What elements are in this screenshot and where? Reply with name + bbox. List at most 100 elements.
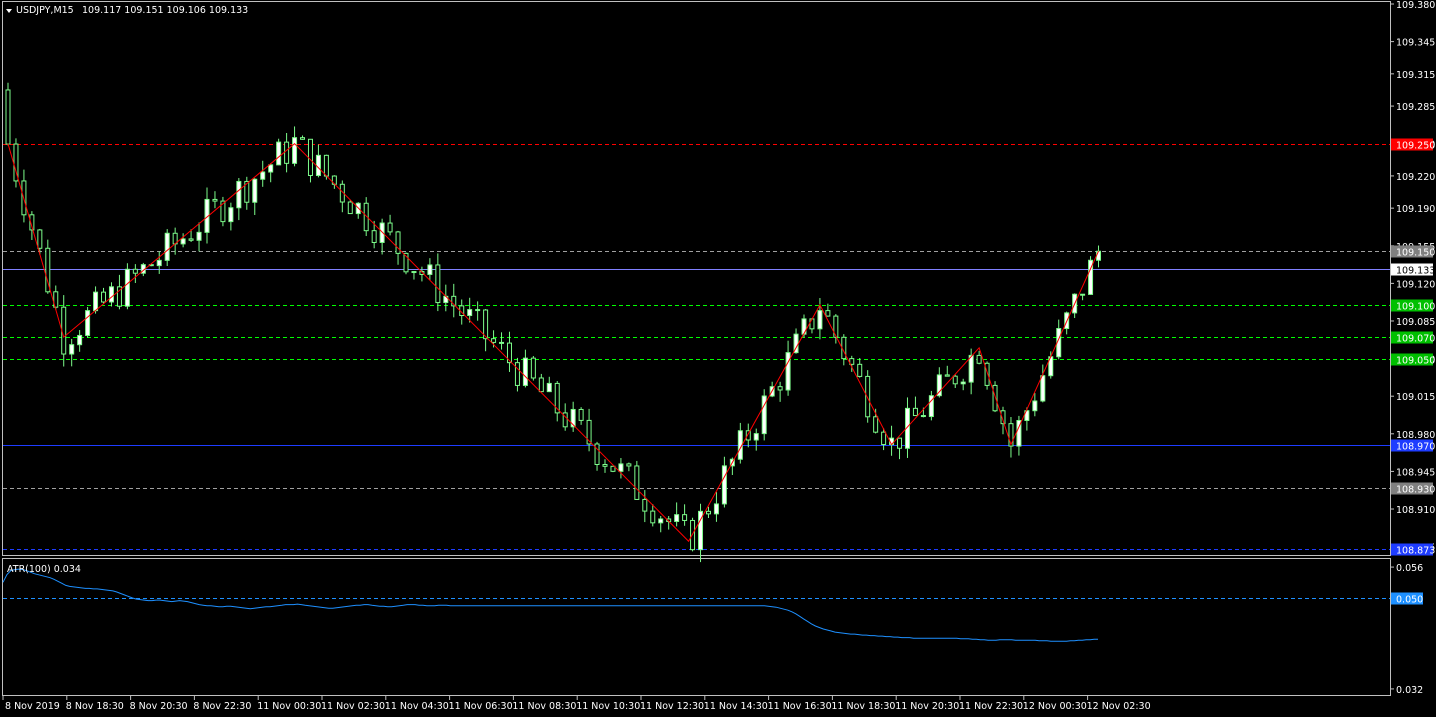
price-tick-label: 109.380 [1396, 0, 1435, 11]
candle-body [188, 238, 194, 241]
price-level-label: 109.250 [1396, 141, 1435, 152]
candle-body [976, 354, 982, 364]
candle[interactable] [928, 390, 934, 421]
candle-body [578, 408, 584, 421]
candle-body [777, 386, 783, 391]
time-tick-label: 11 Nov 02:30 [321, 701, 385, 712]
candle-body [1096, 250, 1102, 261]
candle[interactable] [761, 389, 767, 441]
candle-body [658, 518, 664, 524]
candle-body [37, 229, 43, 249]
candle-body [602, 463, 608, 467]
candle-body [944, 374, 950, 377]
time-tick-label: 11 Nov 06:30 [449, 701, 513, 712]
time-tick-label: 11 Nov 00:30 [257, 701, 321, 712]
time-tick-label: 11 Nov 12:30 [640, 701, 704, 712]
candle-body [897, 437, 903, 449]
price-tick-label: 109.285 [1396, 102, 1435, 113]
candle-body [132, 268, 138, 274]
candle-body [920, 415, 926, 418]
price-level-label: 109.050 [1396, 356, 1435, 367]
candle[interactable] [1088, 256, 1094, 295]
candle[interactable] [5, 82, 11, 146]
candle-body [952, 375, 958, 385]
price-level-label: 108.930 [1396, 485, 1435, 496]
candle-body [618, 463, 624, 472]
atr-tick-label: 0.056 [1396, 563, 1423, 574]
candle-body [753, 433, 759, 441]
candle-body [427, 264, 433, 275]
price-level-label: 108.970 [1396, 442, 1435, 453]
time-tick-label: 8 Nov 18:30 [66, 701, 124, 712]
candle[interactable] [220, 196, 226, 227]
candle-body [307, 138, 313, 176]
candle[interactable] [124, 263, 130, 310]
time-tick-label: 12 Nov 00:30 [1023, 701, 1087, 712]
price-level-label: 108.873 [1396, 546, 1435, 557]
time-tick-label: 11 Nov 20:30 [895, 701, 959, 712]
candle[interactable] [865, 370, 871, 423]
candle-body [236, 180, 242, 209]
candle-body [857, 363, 863, 377]
candle-body [180, 238, 186, 245]
time-tick-label: 8 Nov 20:30 [130, 701, 188, 712]
candle-body [785, 352, 791, 391]
price-level-label: 109.070 [1396, 334, 1435, 345]
candle-body [475, 309, 481, 312]
candle-body [212, 198, 218, 202]
candle[interactable] [13, 138, 19, 188]
candle-body [435, 264, 441, 304]
time-tick-label: 11 Nov 04:30 [385, 701, 449, 712]
candle-body [713, 503, 719, 515]
candle-body [323, 154, 329, 177]
candle[interactable] [530, 355, 536, 381]
candle-body [411, 271, 417, 274]
candle-body [284, 141, 290, 164]
price-tick-label: 108.945 [1396, 467, 1435, 478]
price-tick-label: 109.015 [1396, 392, 1435, 403]
candle-body [514, 362, 520, 386]
candle[interactable] [164, 229, 170, 267]
price-tick-label: 109.120 [1396, 279, 1435, 290]
time-tick-label: 11 Nov 08:30 [512, 701, 576, 712]
candle[interactable] [276, 138, 282, 166]
candle-body [705, 510, 711, 515]
candle-body [968, 354, 974, 383]
candle-body [960, 381, 966, 385]
candle-body [164, 232, 170, 261]
candle-body [881, 431, 887, 446]
candle-body [1040, 375, 1046, 402]
time-tick-label: 11 Nov 18:30 [831, 701, 895, 712]
price-level-label: 109.133 [1396, 266, 1435, 277]
candle-body [77, 334, 83, 346]
candle-body [252, 178, 258, 203]
trading-chart[interactable]: 109.380 109.345 109.315 109.285 109.250 109.2… [0, 0, 1436, 717]
price-tick-label: 108.910 [1396, 505, 1435, 516]
candle[interactable] [634, 460, 640, 500]
price-tick-label: 109.085 [1396, 317, 1435, 328]
time-tick-label: 11 Nov 22:30 [959, 701, 1023, 712]
candle-body [491, 338, 497, 343]
candle-body [538, 377, 544, 393]
candle-body [228, 207, 234, 223]
candle-body [530, 357, 536, 379]
time-tick-label: 11 Nov 10:30 [576, 701, 640, 712]
candle-body [315, 154, 321, 176]
candle-body [196, 231, 202, 241]
time-tick-label: 8 Nov 22:30 [193, 701, 251, 712]
candle-body [1032, 400, 1038, 412]
candle-body [817, 310, 823, 330]
time-tick-label: 11 Nov 14:30 [704, 701, 768, 712]
candle-body [300, 137, 306, 140]
candle-body [992, 384, 998, 412]
candle[interactable] [85, 307, 91, 338]
price-level-label: 109.100 [1396, 302, 1435, 313]
chart-background [0, 0, 1436, 717]
candle-body [721, 465, 727, 505]
candle-body [156, 259, 162, 267]
candle-body [674, 514, 680, 522]
price-tick-label: 109.315 [1396, 70, 1435, 81]
candle-body [546, 382, 552, 393]
price-level-label: 109.150 [1396, 248, 1435, 259]
candle-body [650, 510, 656, 524]
